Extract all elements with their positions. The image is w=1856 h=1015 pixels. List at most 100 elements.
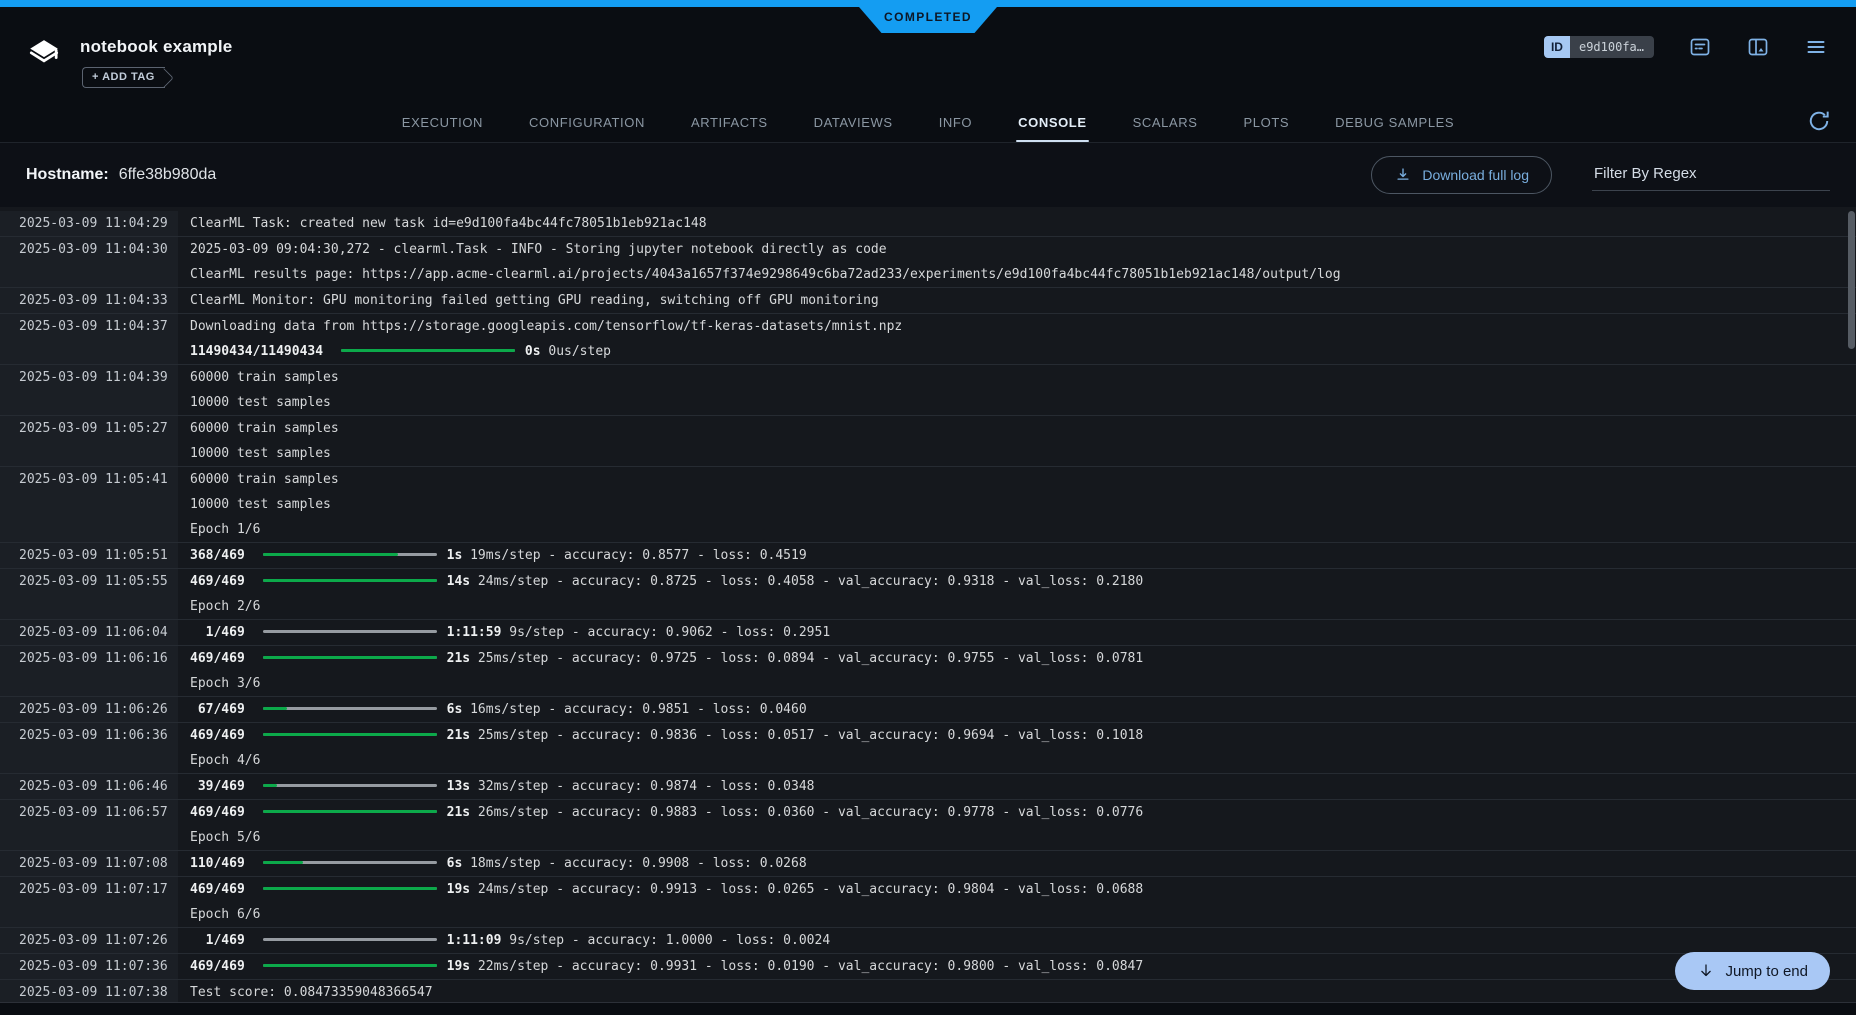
progress-bar	[263, 887, 437, 890]
tab-dataviews[interactable]: DATAVIEWS	[812, 115, 895, 142]
log-line: Epoch 6/6	[190, 902, 1856, 927]
experiment-logo-icon	[26, 39, 62, 71]
tab-execution[interactable]: EXECUTION	[400, 115, 485, 142]
log-entry-row: 2025-03-09 11:06:04 1/469 1:11:59 9s/ste…	[0, 619, 1856, 645]
log-line: Epoch 5/6	[190, 825, 1856, 850]
log-line: 60000 train samples	[190, 416, 1856, 441]
log-entry-row: 2025-03-09 11:05:27 60000 train samples10…	[0, 415, 1856, 466]
clearml-task-page: COMPLETED notebook example + ADD TAG ID …	[0, 0, 1856, 1015]
id-value: e9d100fa…	[1570, 36, 1654, 58]
add-tag-label: + ADD TAG	[92, 71, 155, 83]
log-line: 1/469 1:11:59 9s/step - accuracy: 0.9062…	[190, 620, 1856, 645]
log-line: Downloading data from https://storage.go…	[190, 314, 1856, 339]
tab-plots[interactable]: PLOTS	[1242, 115, 1292, 142]
log-timestamp: 2025-03-09 11:06:36	[0, 723, 178, 773]
tab-artifacts[interactable]: ARTIFACTS	[689, 115, 770, 142]
log-line: 469/469 19s 24ms/step - accuracy: 0.9913…	[190, 877, 1856, 902]
log-entry-row: 2025-03-09 11:07:17 469/469 19s 24ms/step…	[0, 876, 1856, 927]
log-line: 10000 test samples	[190, 441, 1856, 466]
log-line: 10000 test samples	[190, 492, 1856, 517]
progress-bar	[263, 630, 437, 633]
log-entry-row: 2025-03-09 11:05:41 60000 train samples10…	[0, 466, 1856, 542]
log-entry-row: 2025-03-09 11:06:46 39/469 13s 32ms/step…	[0, 773, 1856, 799]
log-line: 469/469 21s 25ms/step - accuracy: 0.9836…	[190, 723, 1856, 748]
tab-console[interactable]: CONSOLE	[1016, 115, 1088, 142]
details-panel-icon[interactable]	[1746, 35, 1770, 59]
log-entry-row: 2025-03-09 11:05:55469/469 14s 24ms/step…	[0, 568, 1856, 619]
log-line: ClearML Monitor: GPU monitoring failed g…	[190, 288, 1856, 313]
arrow-down-icon	[1697, 962, 1715, 980]
log-entry-row: 2025-03-09 11:05:51368/469 1s 19ms/step …	[0, 542, 1856, 568]
log-line: 67/469 6s 16ms/step - accuracy: 0.9851 -…	[190, 697, 1856, 722]
tab-scalars[interactable]: SCALARS	[1131, 115, 1200, 142]
log-timestamp: 2025-03-09 11:07:17	[0, 877, 178, 927]
page-title: notebook example	[80, 37, 232, 57]
log-line: Epoch 1/6	[190, 517, 1856, 542]
progress-bar	[341, 349, 515, 352]
log-line: Epoch 3/6	[190, 671, 1856, 696]
scrollbar-thumb[interactable]	[1848, 211, 1855, 349]
menu-icon[interactable]	[1804, 35, 1828, 59]
log-line: Epoch 4/6	[190, 748, 1856, 773]
log-line: Epoch 2/6	[190, 594, 1856, 619]
jump-to-end-button[interactable]: Jump to end	[1675, 952, 1830, 990]
log-line: 2025-03-09 09:04:30,272 - clearml.Task -…	[190, 237, 1856, 262]
jump-to-end-label: Jump to end	[1725, 963, 1808, 980]
log-line: Test score: 0.08473359048366547	[190, 980, 1856, 1003]
console-toolbar: Hostname: 6ffe38b980da Download full log	[0, 143, 1856, 207]
log-line: 469/469 19s 22ms/step - accuracy: 0.9931…	[190, 954, 1856, 979]
log-entry-row: 2025-03-09 11:07:08110/469 6s 18ms/step …	[0, 850, 1856, 876]
progress-bar	[263, 938, 437, 941]
log-line: 10000 test samples	[190, 390, 1856, 415]
tab-info[interactable]: INFO	[937, 115, 974, 142]
log-line: 368/469 1s 19ms/step - accuracy: 0.8577 …	[190, 543, 1856, 568]
progress-bar	[263, 861, 437, 864]
log-entry-row: 2025-03-09 11:04:30 2025-03-09 09:04:30,2…	[0, 236, 1856, 287]
log-entry-row: 2025-03-09 11:06:57 469/469 21s 26ms/step…	[0, 799, 1856, 850]
progress-bar	[263, 579, 437, 582]
log-line: 39/469 13s 32ms/step - accuracy: 0.9874 …	[190, 774, 1856, 799]
log-entries: 2025-03-09 11:04:29 ClearML Task: created…	[0, 207, 1856, 1003]
log-entry-row: 2025-03-09 11:04:33ClearML Monitor: GPU …	[0, 287, 1856, 313]
log-timestamp: 2025-03-09 11:05:27	[0, 416, 178, 466]
tab-bar: EXECUTION CONFIGURATION ARTIFACTS DATAVIEWS…	[0, 100, 1856, 143]
log-line: 1/469 1:11:09 9s/step - accuracy: 1.0000…	[190, 928, 1856, 953]
status-bar: COMPLETED	[0, 0, 1856, 7]
log-line: ClearML Task: created new task id=e9d100…	[190, 211, 1856, 236]
log-line: 11490434/11490434 0s 0us/step	[190, 339, 1856, 364]
task-log-icon[interactable]	[1688, 35, 1712, 59]
tab-debug-samples[interactable]: DEBUG SAMPLES	[1333, 115, 1456, 142]
refresh-icon[interactable]	[1806, 108, 1832, 134]
log-entry-row: 2025-03-09 11:06:26 67/469 6s 16ms/step …	[0, 696, 1856, 722]
download-full-log-button[interactable]: Download full log	[1371, 156, 1552, 194]
hostname-label: Hostname:	[26, 166, 109, 184]
log-line: ClearML results page: https://app.acme-c…	[190, 262, 1856, 287]
log-timestamp: 2025-03-09 11:06:04	[0, 620, 178, 645]
log-entry-row: 2025-03-09 11:07:36 469/469 19s 22ms/step…	[0, 953, 1856, 979]
log-timestamp: 2025-03-09 11:06:26	[0, 697, 178, 722]
hostname-value: 6ffe38b980da	[119, 166, 217, 184]
log-timestamp: 2025-03-09 11:04:30	[0, 237, 178, 287]
log-timestamp: 2025-03-09 11:04:29	[0, 211, 178, 236]
download-icon	[1394, 166, 1412, 184]
log-line: 60000 train samples	[190, 467, 1856, 492]
progress-bar	[263, 964, 437, 967]
console-log: 2025-03-09 11:04:29 ClearML Task: created…	[0, 207, 1856, 1003]
filter-regex-input[interactable]	[1592, 159, 1830, 191]
page-footer-strip	[0, 1003, 1856, 1015]
log-timestamp: 2025-03-09 11:06:16	[0, 646, 178, 696]
tab-configuration[interactable]: CONFIGURATION	[527, 115, 647, 142]
log-timestamp: 2025-03-09 11:07:26	[0, 928, 178, 953]
log-timestamp: 2025-03-09 11:07:36	[0, 954, 178, 979]
log-entry-row: 2025-03-09 11:04:29 ClearML Task: created…	[0, 211, 1856, 236]
log-entry-row: 2025-03-09 11:04:3960000 train samples10…	[0, 364, 1856, 415]
log-timestamp: 2025-03-09 11:06:46	[0, 774, 178, 799]
add-tag-button[interactable]: + ADD TAG	[82, 67, 165, 88]
task-id-badge[interactable]: ID e9d100fa…	[1544, 36, 1654, 58]
log-timestamp: 2025-03-09 11:05:41	[0, 467, 178, 542]
log-entry-row: 2025-03-09 11:06:16469/469 21s 25ms/step…	[0, 645, 1856, 696]
progress-bar	[263, 656, 437, 659]
log-timestamp: 2025-03-09 11:06:57	[0, 800, 178, 850]
log-line: 469/469 21s 26ms/step - accuracy: 0.9883…	[190, 800, 1856, 825]
progress-bar	[263, 733, 437, 736]
